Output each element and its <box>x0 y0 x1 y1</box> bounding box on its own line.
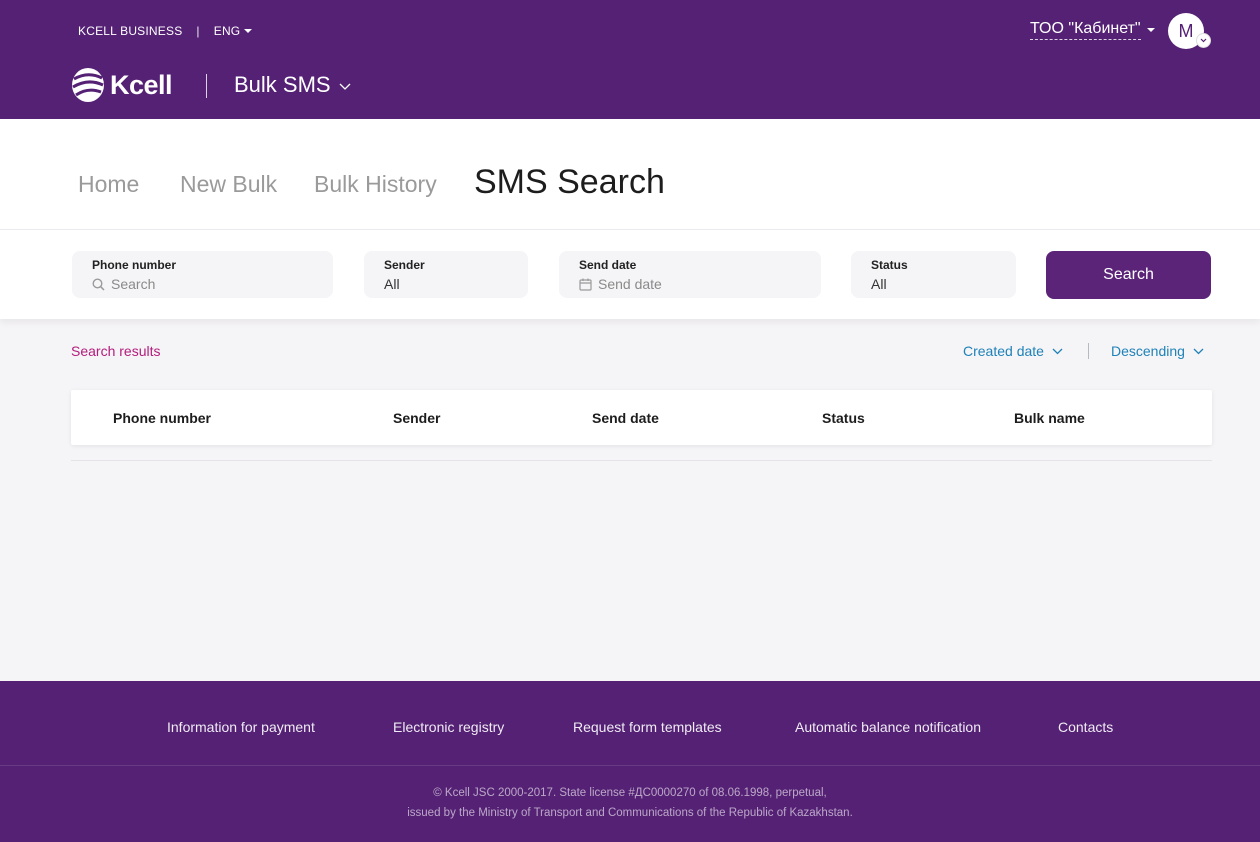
column-header-send-date[interactable]: Send date <box>592 410 659 426</box>
column-header-sender[interactable]: Sender <box>393 410 440 426</box>
status-select[interactable]: All <box>871 276 996 292</box>
chevron-down-icon <box>1193 348 1204 354</box>
status-field[interactable]: Status All <box>851 251 1016 298</box>
search-filters: Phone number Sender All Send date Status… <box>0 229 1260 319</box>
product-name: Bulk SMS <box>234 72 331 97</box>
caret-down-icon <box>1146 28 1155 32</box>
sender-field[interactable]: Sender All <box>364 251 528 298</box>
language-label: ENG <box>213 24 241 38</box>
product-switcher[interactable]: Bulk SMS <box>234 72 351 98</box>
kcell-logo[interactable]: Kcell <box>70 66 173 104</box>
footer-links: Information for payment Electronic regis… <box>0 719 1260 739</box>
chevron-down-icon <box>1200 38 1207 43</box>
search-button[interactable]: Search <box>1046 251 1211 299</box>
sort-order-label: Descending <box>1111 343 1185 359</box>
logo-text: Kcell <box>110 69 173 100</box>
app-footer: Information for payment Electronic regis… <box>0 681 1260 842</box>
search-results-label: Search results <box>71 343 161 359</box>
send-date-value <box>579 276 801 292</box>
top-links: KCELL BUSINESS | ENG <box>78 24 253 38</box>
footer-link-balance-notification[interactable]: Automatic balance notification <box>795 719 981 735</box>
company-selector[interactable]: ТОО "Кабинет" <box>1030 20 1155 40</box>
status-label: Status <box>871 258 908 272</box>
kcell-logo-icon <box>72 68 104 102</box>
phone-number-field[interactable]: Phone number <box>72 251 333 298</box>
tab-bulk-history[interactable]: Bulk History <box>314 171 437 198</box>
logo-divider <box>206 74 207 98</box>
footer-link-contacts[interactable]: Contacts <box>1058 719 1113 735</box>
search-icon <box>92 277 105 291</box>
sort-field-dropdown[interactable]: Created date <box>963 343 1063 359</box>
company-name: ТОО "Кабинет" <box>1030 20 1141 40</box>
tab-sms-search[interactable]: SMS Search <box>474 163 665 202</box>
avatar-initial: M <box>1178 20 1194 41</box>
copyright-line-2: issued by the Ministry of Transport and … <box>407 807 853 819</box>
tab-home[interactable]: Home <box>78 171 139 198</box>
send-date-label: Send date <box>579 258 637 272</box>
sort-divider <box>1088 343 1089 359</box>
app-header: KCELL BUSINESS | ENG Kcell Bulk SMS ТОО … <box>0 0 1260 119</box>
send-date-input[interactable] <box>598 276 798 292</box>
phone-number-input[interactable] <box>111 276 311 292</box>
send-date-field[interactable]: Send date <box>559 251 821 298</box>
tab-new-bulk[interactable]: New Bulk <box>180 171 277 198</box>
copyright-line-1: © Kcell JSC 2000-2017. State license #ДС… <box>433 787 827 799</box>
sort-order-dropdown[interactable]: Descending <box>1111 343 1204 359</box>
top-links-separator: | <box>196 24 200 38</box>
footer-link-payment-info[interactable]: Information for payment <box>167 719 315 735</box>
business-link[interactable]: KCELL BUSINESS <box>78 24 182 38</box>
footer-divider <box>0 765 1260 766</box>
table-divider <box>71 460 1212 461</box>
copyright-text: © Kcell JSC 2000-2017. State license #ДС… <box>0 783 1260 823</box>
footer-link-request-templates[interactable]: Request form templates <box>573 719 722 735</box>
sender-select[interactable]: All <box>384 276 508 292</box>
column-header-phone-number[interactable]: Phone number <box>113 410 211 426</box>
avatar-menu-icon[interactable] <box>1196 33 1211 48</box>
chevron-down-icon <box>1052 348 1063 354</box>
caret-down-icon <box>244 29 253 33</box>
phone-number-value <box>92 276 313 292</box>
chevron-down-icon <box>339 83 351 90</box>
main-tabs: Home New Bulk Bulk History SMS Search <box>0 119 1260 229</box>
sort-field-label: Created date <box>963 343 1044 359</box>
calendar-icon <box>579 278 592 291</box>
phone-number-label: Phone number <box>92 258 177 272</box>
column-header-status[interactable]: Status <box>822 410 865 426</box>
sender-label: Sender <box>384 258 425 272</box>
language-selector[interactable]: ENG <box>214 24 253 38</box>
results-table-header: Phone number Sender Send date Status Bul… <box>71 390 1212 445</box>
footer-link-electronic-registry[interactable]: Electronic registry <box>393 719 504 735</box>
column-header-bulk-name[interactable]: Bulk name <box>1014 410 1085 426</box>
